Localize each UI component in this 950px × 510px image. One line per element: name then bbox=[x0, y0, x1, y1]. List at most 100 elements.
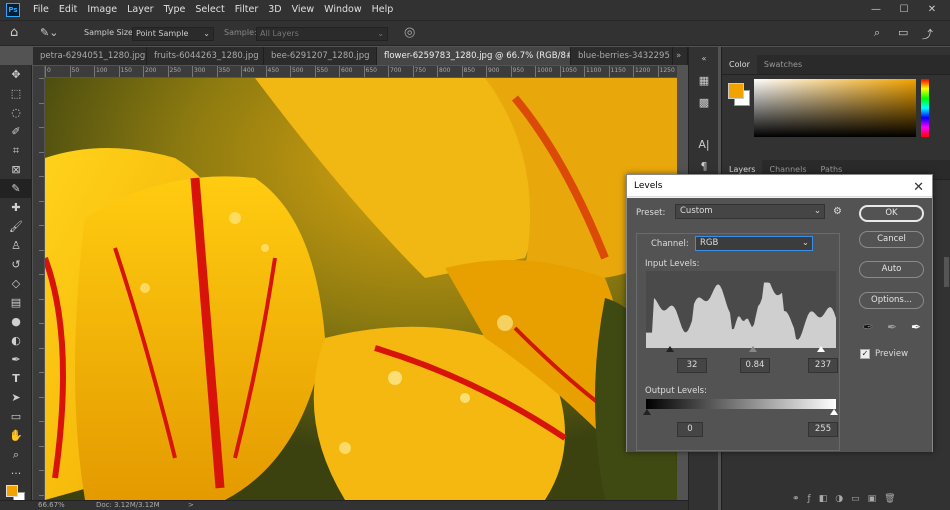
foreground-color-swatch[interactable] bbox=[6, 485, 18, 497]
healing-brush-tool-icon[interactable]: ✚ bbox=[0, 198, 32, 217]
lasso-tool-icon[interactable]: ◌ bbox=[0, 103, 32, 122]
preset-options-icon[interactable]: ⚙ bbox=[833, 206, 842, 217]
character-panel-icon[interactable]: A| bbox=[689, 133, 719, 155]
dialog-close-icon[interactable]: ✕ bbox=[913, 177, 924, 199]
menu-type[interactable]: Type bbox=[159, 0, 191, 20]
auto-button[interactable]: Auto bbox=[859, 261, 924, 278]
more-tools-icon[interactable]: ··· bbox=[0, 464, 32, 483]
input-black-handle[interactable] bbox=[666, 346, 674, 352]
black-point-eyedropper-icon[interactable]: ✒ bbox=[863, 320, 873, 334]
workspace-icon[interactable]: ▭ bbox=[898, 26, 908, 39]
minimize-button[interactable]: — bbox=[862, 0, 890, 20]
history-brush-tool-icon[interactable]: ↺ bbox=[0, 255, 32, 274]
gray-point-eyedropper-icon[interactable]: ✒ bbox=[887, 320, 897, 334]
ruler-tick-label: 700 bbox=[390, 67, 402, 74]
maximize-button[interactable]: ☐ bbox=[890, 0, 918, 20]
frame-tool-icon[interactable]: ⊠ bbox=[0, 160, 32, 179]
close-window-button[interactable]: ✕ bbox=[918, 0, 946, 20]
eyedropper-preset-icon[interactable]: ✎⌄ bbox=[40, 26, 58, 39]
history-panel-icon[interactable]: ▦ bbox=[689, 69, 719, 91]
tab-overflow-button[interactable]: » bbox=[673, 47, 688, 65]
vertical-ruler[interactable] bbox=[33, 66, 45, 500]
sample-size-select[interactable]: Point Sample ⌄ bbox=[132, 27, 214, 41]
tab-blue-berries[interactable]: blue-berries-3432295 bbox=[571, 47, 673, 65]
pen-tool-icon[interactable]: ✒ bbox=[0, 350, 32, 369]
color-panel-tabs: Color Swatches bbox=[722, 55, 950, 75]
menu-filter[interactable]: Filter bbox=[230, 0, 264, 20]
ruler-tick-line bbox=[461, 66, 463, 77]
cancel-button[interactable]: Cancel bbox=[859, 231, 924, 248]
ruler-tick-label: 900 bbox=[488, 67, 500, 74]
ruler-tick-line bbox=[633, 66, 634, 77]
foreground-color-chip[interactable] bbox=[728, 83, 744, 99]
preview-label: Preview bbox=[875, 349, 909, 359]
tab-petra[interactable]: petra-6294051_1280.jpg× bbox=[33, 47, 147, 65]
menu-window[interactable]: Window bbox=[319, 0, 366, 20]
ruler-tick-line bbox=[241, 66, 242, 77]
tab-swatches[interactable]: Swatches bbox=[757, 55, 809, 74]
input-gamma-field[interactable]: 0.84 bbox=[740, 358, 770, 373]
ruler-tick-label: 650 bbox=[365, 67, 377, 74]
input-white-field[interactable]: 237 bbox=[808, 358, 838, 373]
tab-flower[interactable]: flower-6259783_1280.jpg @ 66.7% (RGB/8#)… bbox=[377, 47, 571, 65]
ruler-tick-line bbox=[486, 66, 487, 77]
zoom-level[interactable]: 66.67% bbox=[38, 501, 65, 509]
ruler-tick-line bbox=[388, 66, 389, 77]
horizontal-ruler[interactable]: 0 50 100 150 200 250 300 350 400 450 500 550 600 650 7… bbox=[45, 66, 677, 78]
rectangle-tool-icon[interactable]: ▭ bbox=[0, 407, 32, 426]
crop-tool-icon[interactable]: ⌗ bbox=[0, 141, 32, 160]
channel-select[interactable]: RGB ⌄ bbox=[695, 236, 813, 251]
menu-view[interactable]: View bbox=[287, 0, 320, 20]
collapse-panels-icon[interactable]: « bbox=[689, 47, 719, 69]
output-white-handle[interactable] bbox=[830, 409, 838, 415]
sample-ring-icon[interactable]: ◎ bbox=[404, 25, 415, 40]
menu-select[interactable]: Select bbox=[190, 0, 229, 20]
output-white-field[interactable]: 255 bbox=[808, 422, 838, 437]
menu-image[interactable]: Image bbox=[82, 0, 122, 20]
brush-tool-icon[interactable]: 🖌 bbox=[0, 217, 32, 236]
input-black-field[interactable]: 32 bbox=[677, 358, 707, 373]
options-button[interactable]: Options... bbox=[859, 292, 924, 309]
layers-scrollbar[interactable] bbox=[944, 257, 949, 287]
preset-select[interactable]: Custom ⌄ bbox=[675, 204, 825, 219]
eraser-tool-icon[interactable]: ◇ bbox=[0, 274, 32, 293]
tab-fruits[interactable]: fruits-6044263_1280.jpg× bbox=[147, 47, 264, 65]
tab-bee[interactable]: bee-6291207_1280.jpg× bbox=[264, 47, 377, 65]
hand-tool-icon[interactable]: ✋ bbox=[0, 426, 32, 445]
preview-checkbox[interactable]: ✓ bbox=[860, 349, 870, 359]
home-icon[interactable]: ⌂ bbox=[10, 25, 18, 40]
menu-edit[interactable]: Edit bbox=[54, 0, 82, 20]
ruler-tick-label: 500 bbox=[292, 67, 304, 74]
quick-selection-tool-icon[interactable]: ✐ bbox=[0, 122, 32, 141]
move-tool-icon[interactable]: ✥ bbox=[0, 65, 32, 84]
menu-help[interactable]: Help bbox=[367, 0, 399, 20]
search-icon[interactable]: ⌕ bbox=[874, 26, 880, 40]
document-canvas[interactable] bbox=[45, 78, 677, 500]
gradient-tool-icon[interactable]: ▤ bbox=[0, 293, 32, 312]
adjustments-panel-icon[interactable]: ▩ bbox=[689, 91, 719, 113]
layers-footer-icons[interactable]: ⚭ƒ◧◑▭▣🗑 bbox=[792, 494, 904, 504]
marquee-tool-icon[interactable]: ⬚ bbox=[0, 84, 32, 103]
eyedropper-tool-icon[interactable]: ✎ bbox=[0, 179, 32, 198]
type-tool-icon[interactable]: T bbox=[0, 369, 32, 388]
path-selection-tool-icon[interactable]: ➤ bbox=[0, 388, 32, 407]
status-menu-arrow[interactable]: > bbox=[188, 501, 194, 509]
tab-color[interactable]: Color bbox=[722, 55, 757, 74]
share-icon[interactable]: ⤴ bbox=[922, 26, 933, 42]
input-white-handle[interactable] bbox=[817, 346, 825, 352]
white-point-eyedropper-icon[interactable]: ✒ bbox=[911, 320, 921, 334]
color-field[interactable] bbox=[754, 79, 916, 137]
zoom-tool-icon[interactable]: ⌕ bbox=[0, 445, 32, 464]
hue-slider[interactable] bbox=[921, 79, 929, 137]
output-black-field[interactable]: 0 bbox=[677, 422, 703, 437]
menu-layer[interactable]: Layer bbox=[122, 0, 159, 20]
menu-3d[interactable]: 3D bbox=[263, 0, 286, 20]
input-gamma-handle[interactable] bbox=[749, 346, 757, 352]
menu-file[interactable]: File bbox=[28, 0, 54, 20]
blur-tool-icon[interactable]: ● bbox=[0, 312, 32, 331]
clone-stamp-tool-icon[interactable]: ♙ bbox=[0, 236, 32, 255]
output-black-handle[interactable] bbox=[643, 409, 651, 415]
dodge-tool-icon[interactable]: ◐ bbox=[0, 331, 32, 350]
ok-button[interactable]: OK bbox=[859, 205, 924, 222]
sample-select[interactable]: All Layers ⌄ bbox=[256, 27, 388, 41]
